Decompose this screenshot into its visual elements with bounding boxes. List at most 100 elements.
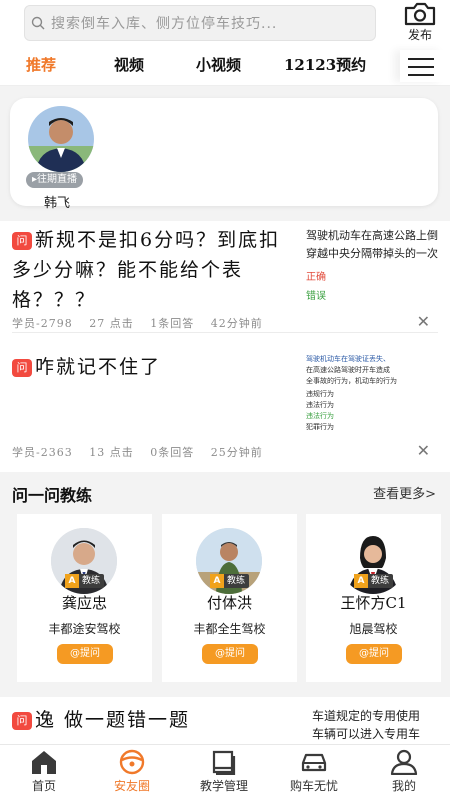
coach-badge-letter: A xyxy=(65,574,79,588)
ask-coach-section: 问一问教练 查看更多> A 教练 龚应忠 丰都途安驾校 @提问 A 教练 付体洪… xyxy=(0,472,450,697)
nav-car-buying[interactable]: 购车无忧 xyxy=(278,749,350,794)
publish-button[interactable]: 发布 xyxy=(398,2,442,42)
coach-badge-text: 教练 xyxy=(371,576,390,586)
question-title: 问咋就记不住了 xyxy=(12,352,294,382)
hamburger-icon xyxy=(408,58,434,60)
publish-label: 发布 xyxy=(407,28,432,42)
coach-card[interactable]: A 教练 王怀方C1 旭晨驾校 @提问 xyxy=(306,514,441,682)
camera-icon xyxy=(404,2,436,26)
coach-card[interactable]: A 教练 付体洪 丰都全生驾校 @提问 xyxy=(162,514,297,682)
menu-button[interactable] xyxy=(400,50,444,82)
replay-badge-label: 往期直播 xyxy=(37,174,78,185)
close-icon[interactable]: ✕ xyxy=(417,441,430,460)
coach-name: 龚应忠 xyxy=(61,594,107,612)
ask-question-button[interactable]: @提问 xyxy=(346,644,402,664)
thumb-option: 违规行为 xyxy=(306,390,334,398)
nav-profile-label: 我的 xyxy=(391,779,416,793)
live-card[interactable]: ▸往期直播 韩飞 xyxy=(10,98,438,211)
coach-name: 付体洪 xyxy=(206,594,252,612)
see-more-link[interactable]: 查看更多> xyxy=(373,483,436,502)
car-icon xyxy=(301,753,327,772)
coach-school: 丰都途安驾校 xyxy=(48,622,121,636)
section-title: 问一问教练 xyxy=(12,486,93,505)
nav-home-label: 首页 xyxy=(31,779,56,793)
thumb-option: 违法行为 xyxy=(306,401,334,409)
home-icon xyxy=(32,751,56,774)
coach-school: 丰都全生驾校 xyxy=(193,622,266,636)
nav-car-buying-label: 购车无忧 xyxy=(289,779,338,793)
coach-badge: A 教练 xyxy=(354,574,394,588)
question-thumbnail: 车道规定的专用使用 车辆可以进入专用车 xyxy=(312,707,450,743)
thumb-line: 穿越中央分隔带掉头的一次 xyxy=(306,247,438,260)
question-title-text: 新规不是扣6分吗？到底扣多少分嘛？能不能给个表格？？？ xyxy=(12,229,281,311)
question-card[interactable]: 问逸 做一题错一题 车道规定的专用使用 车辆可以进入专用车 xyxy=(0,697,450,744)
thumb-option: 犯罪行为 xyxy=(306,423,334,431)
thumb-line: 车道规定的专用使用 xyxy=(312,709,421,723)
question-tag: 问 xyxy=(12,712,32,730)
hamburger-icon-line xyxy=(408,74,434,76)
coach-badge-text: 教练 xyxy=(227,576,246,586)
question-title-text: 逸 做一题错一题 xyxy=(35,709,191,731)
live-host-name: 韩飞 xyxy=(44,196,71,211)
coach-badge: A 教练 xyxy=(210,574,250,588)
nav-community[interactable]: 安友圈 xyxy=(96,749,168,794)
question-title: 问逸 做一题错一题 xyxy=(12,705,294,735)
question-views: 13 点击 xyxy=(89,446,134,459)
thumb-line: 驾驶机动车在驾驶证丢失、 xyxy=(306,355,390,363)
question-card[interactable]: 问新规不是扣6分吗？到底扣多少分嘛？能不能给个表格？？？ 驾驶机动车在高速公路上… xyxy=(0,221,450,333)
coach-badge-letter: A xyxy=(210,574,224,588)
nav-community-label: 安友圈 xyxy=(113,779,150,793)
question-time: 25分钟前 xyxy=(210,446,263,459)
coach-name: 王怀方C1 xyxy=(340,594,407,612)
question-time: 42分钟前 xyxy=(210,317,263,330)
question-meta: 学员-2363 13 点击 0条回答 25分钟前 xyxy=(12,444,275,460)
thumb-option: 错误 xyxy=(306,291,326,302)
top-bar: 搜索倒车入库、侧方位停车技巧... 发布 xyxy=(0,0,450,46)
nav-profile[interactable]: 我的 xyxy=(368,749,440,794)
coach-badge-text: 教练 xyxy=(82,576,101,586)
question-user: 学员-2363 xyxy=(12,446,73,459)
nav-teaching[interactable]: 教学管理 xyxy=(188,749,260,794)
steering-wheel-icon xyxy=(119,749,145,775)
question-tag: 问 xyxy=(12,359,32,377)
coach-card[interactable]: A 教练 龚应忠 丰都途安驾校 @提问 xyxy=(17,514,152,682)
user-icon xyxy=(390,749,418,775)
tab-recommend[interactable]: 推荐 xyxy=(26,54,56,75)
bottom-navigation: 首页 安友圈 教学管理 购车无忧 我的 xyxy=(0,744,450,800)
search-icon xyxy=(31,16,45,30)
thumb-option: 违法行为 xyxy=(306,412,334,420)
tab-short-video[interactable]: 小视频 xyxy=(196,54,241,75)
question-card[interactable]: 问咋就记不住了 驾驶机动车在驾驶证丢失、 在高速公路驾驶时开车造成 全事故的行为… xyxy=(0,334,450,464)
hamburger-icon-line xyxy=(408,66,434,68)
tab-video[interactable]: 视频 xyxy=(114,54,144,75)
divider xyxy=(12,332,438,333)
question-meta: 学员-2798 27 点击 1条回答 42分钟前 xyxy=(12,315,275,331)
coach-badge-letter: A xyxy=(354,574,368,588)
coach-school: 旭晨驾校 xyxy=(349,622,398,636)
thumb-option: 正确 xyxy=(306,272,326,283)
replay-badge: ▸往期直播 xyxy=(26,172,84,188)
question-thumbnail: 驾驶机动车在高速公路上倒 穿越中央分隔带掉头的一次 正确 错误 xyxy=(306,227,450,307)
question-views: 27 点击 xyxy=(89,317,134,330)
question-title: 问新规不是扣6分吗？到底扣多少分嘛？能不能给个表格？？？ xyxy=(12,225,294,315)
tab-12123-booking[interactable]: 12123预约 xyxy=(284,54,366,75)
close-icon[interactable]: ✕ xyxy=(417,312,430,331)
live-section: ▸往期直播 韩飞 xyxy=(0,86,450,221)
question-user: 学员-2798 xyxy=(12,317,73,330)
question-thumbnail: 驾驶机动车在驾驶证丢失、 在高速公路驾驶时开车造成 全事故的行为，机动车的行为 … xyxy=(306,354,450,436)
search-placeholder: 搜索倒车入库、侧方位停车技巧... xyxy=(51,16,278,32)
question-answers: 0条回答 xyxy=(150,446,195,459)
live-avatar xyxy=(28,106,94,172)
nav-home[interactable]: 首页 xyxy=(8,749,80,794)
thumb-line: 在高速公路驾驶时开车造成 xyxy=(306,366,390,374)
question-tag: 问 xyxy=(12,232,32,250)
ask-question-button[interactable]: @提问 xyxy=(57,644,113,664)
question-answers: 1条回答 xyxy=(150,317,195,330)
thumb-line: 全事故的行为，机动车的行为 xyxy=(306,377,397,385)
thumb-line: 车辆可以进入专用车 xyxy=(312,727,421,741)
search-input[interactable]: 搜索倒车入库、侧方位停车技巧... xyxy=(24,5,376,41)
tab-bar: 推荐 视频 小视频 12123预约 xyxy=(0,46,450,86)
coach-badge: A 教练 xyxy=(65,574,105,588)
ask-question-button[interactable]: @提问 xyxy=(202,644,258,664)
question-title-text: 咋就记不住了 xyxy=(35,356,162,378)
